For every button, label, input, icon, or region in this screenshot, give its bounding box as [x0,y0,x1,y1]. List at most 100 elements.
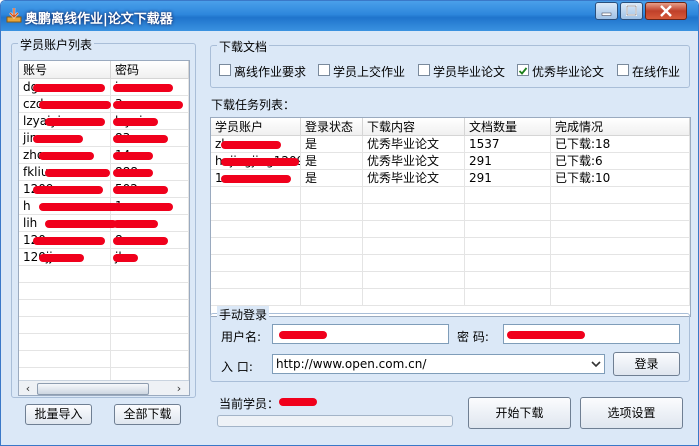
download-all-button[interactable]: 全部下载 [114,404,181,425]
checkmark-icon [518,67,528,75]
task-row[interactable] [211,289,690,306]
account-row[interactable]: dgia... [19,79,189,96]
manual-login-group: 手动登录 用户名: 密 码: 入 口: http://www.open.com.… [210,306,690,382]
task-cell-account [211,255,301,272]
username-input[interactable] [272,324,449,344]
task-row[interactable] [211,238,690,255]
account-row[interactable]: lih... [19,215,189,232]
scroll-right-arrow[interactable]: › [171,382,187,395]
task-row[interactable] [211,204,690,221]
account-row[interactable] [19,266,189,283]
batch-import-button[interactable]: 批量导入 [25,404,92,425]
title-bar[interactable]: 奥鹏离线作业|论文下载器 [1,1,698,31]
accounts-list[interactable]: 账号 密码 dgia...czd3lzyaiyilzyaijinsu83zhou… [18,60,190,396]
task-row[interactable]: zh是优秀毕业论文1537已下载:18 [211,136,690,153]
task-row[interactable] [211,187,690,204]
task-row[interactable]: 1 是优秀毕业论文 291 已下载:10 [211,170,690,187]
account-cell [19,334,111,351]
task-col-3[interactable]: 文档数量 [465,118,551,136]
password-label: 密 码: [457,330,489,344]
task-cell-progress [551,221,690,238]
checkbox[interactable] [617,64,629,76]
task-row[interactable]: hejingjing1209是优秀毕业论文291已下载:6 [211,153,690,170]
download-docs-title: 下载文档 [217,38,270,55]
task-col-2[interactable]: 下载内容 [363,118,465,136]
app-window: 奥鹏离线作业|论文下载器 学员账户列表 账号 密码 dgia...czd3lzy… [0,0,699,446]
task-col-4[interactable]: 完成情况 [551,118,690,136]
accounts-col-account[interactable]: 账号 [19,61,111,79]
account-row[interactable]: h1... [19,198,189,215]
task-col-0[interactable]: 学员账户 [211,118,301,136]
download-option-4[interactable]: 在线作业 [617,62,698,79]
download-option-3[interactable]: 优秀毕业论文 [517,62,612,79]
redaction-mark [113,220,158,228]
accounts-hscrollbar[interactable]: ‹ › [19,380,189,395]
task-list[interactable]: 学员账户登录状态下载内容文档数量完成情况 zh是优秀毕业论文1537已下载:18… [210,117,691,317]
redaction-mark [113,101,183,109]
account-row[interactable]: 1209502 [19,181,189,198]
password-cell [111,266,189,283]
scroll-left-arrow[interactable]: ‹ [20,382,36,395]
minimize-button[interactable] [595,2,618,20]
account-row[interactable] [19,334,189,351]
maximize-button[interactable] [620,2,643,20]
download-option-0[interactable]: 离线作业要求 [219,62,314,79]
redaction-mark [33,237,105,245]
checkbox[interactable] [318,64,330,76]
download-option-1[interactable]: 学员上交作业 [318,62,413,79]
redaction-mark [39,152,94,160]
accounts-list-header: 账号 密码 [19,61,189,79]
checkbox[interactable] [517,64,529,76]
options-settings-button[interactable]: 选项设置 [580,397,683,429]
download-docs-group: 下载文档 离线作业要求 学员上交作业 学员毕业论文 优秀毕业论文 在线作业 [210,38,690,88]
account-row[interactable]: 120jjjh [19,249,189,266]
task-cell-count: 1537 [465,136,551,153]
account-cell [19,283,111,300]
account-row[interactable]: czd3 [19,96,189,113]
redaction-mark [113,84,173,92]
scroll-thumb[interactable] [37,383,149,395]
download-option-2[interactable]: 学员毕业论文 [418,62,513,79]
task-list-title: 下载任务列表： [211,98,296,112]
close-button[interactable] [645,2,687,20]
task-cell-account [211,187,301,204]
password-redaction-holder [111,96,189,113]
task-col-1[interactable]: 登录状态 [301,118,363,136]
task-cell-progress [551,255,690,272]
account-row[interactable]: lzyaiyilzyai [19,113,189,130]
task-row[interactable] [211,255,690,272]
task-cell-status [301,238,363,255]
task-cell-progress: 已下载:18 [551,136,690,153]
entry-select[interactable]: http://www.open.com.cn/ [272,354,605,374]
redaction-mark [113,152,153,160]
current-student-label: 当前学员： [219,397,280,411]
download-docs-options: 离线作业要求 学员上交作业 学员毕业论文 优秀毕业论文 在线作业 [219,62,689,80]
task-cell-account [211,204,301,221]
redaction-mark [113,169,153,177]
checkbox[interactable] [418,64,430,76]
redaction-mark [33,84,105,92]
account-row[interactable]: zhou14 [19,147,189,164]
chevron-down-icon[interactable] [591,361,601,368]
password-cell [111,300,189,317]
password-redaction-holder [111,198,189,215]
task-cell-status [301,272,363,289]
login-button[interactable]: 登录 [613,352,680,376]
account-row[interactable] [19,300,189,317]
account-row[interactable] [19,283,189,300]
password-cell [111,283,189,300]
account-row[interactable]: 1208 [19,232,189,249]
task-cell-content [363,289,465,306]
checkbox[interactable] [219,64,231,76]
account-row[interactable] [19,317,189,334]
task-cell-account [211,272,301,289]
task-row[interactable] [211,221,690,238]
task-row[interactable] [211,272,690,289]
minimize-icon [601,12,612,16]
password-input[interactable] [503,324,680,344]
start-download-button[interactable]: 开始下载 [468,397,571,429]
account-row[interactable]: jinsu83 [19,130,189,147]
account-row[interactable]: fkliu888 [19,164,189,181]
account-row[interactable] [19,351,189,368]
accounts-col-password[interactable]: 密码 [111,61,189,79]
